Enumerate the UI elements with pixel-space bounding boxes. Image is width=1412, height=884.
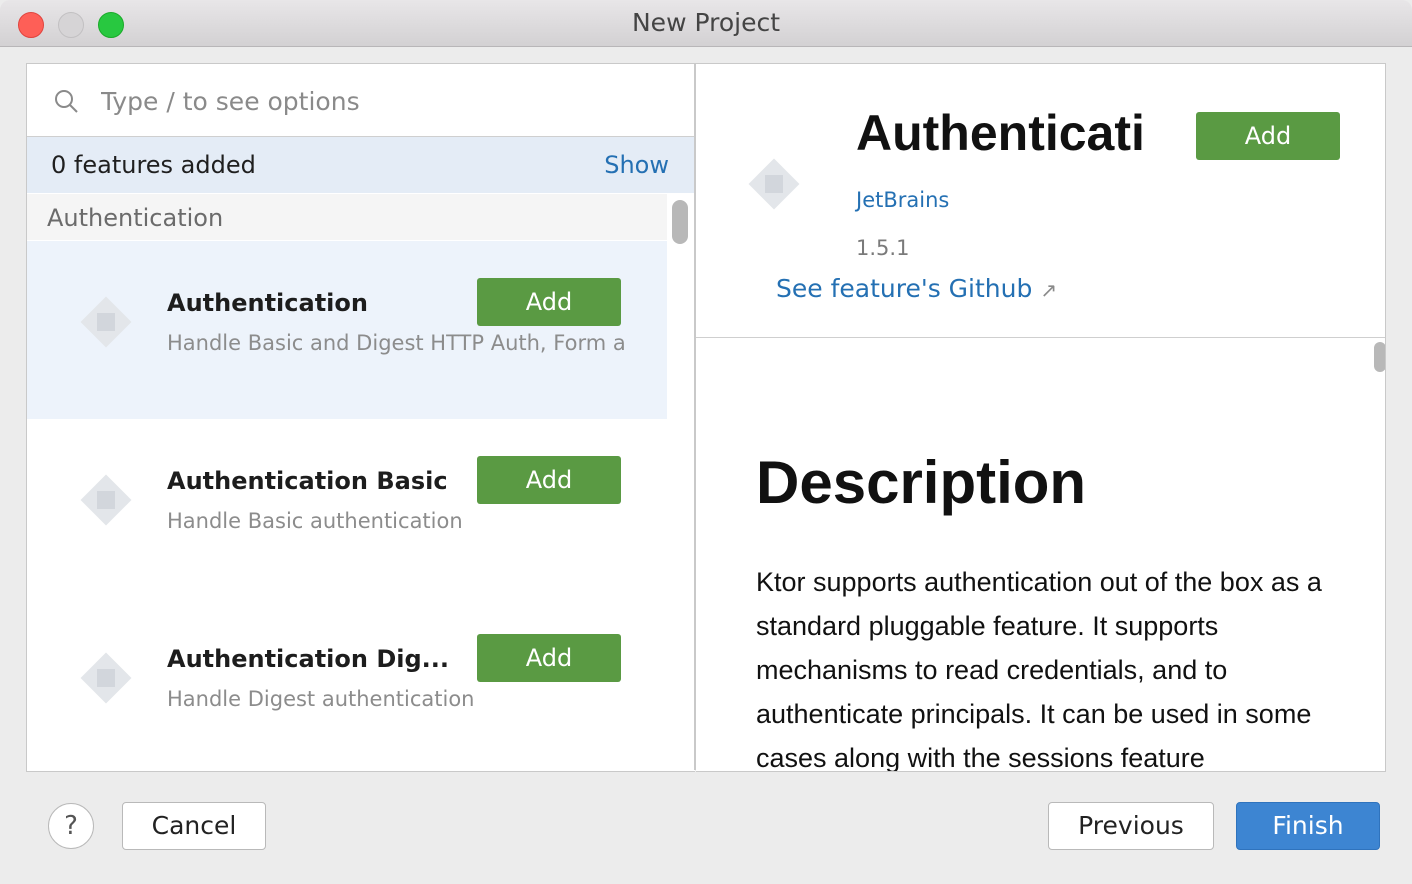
feature-detail-header: Authenticati Add JetBrains 1.5.1 See fea…	[696, 64, 1385, 338]
feature-vendor-link[interactable]: JetBrains	[856, 188, 949, 212]
feature-placeholder-icon	[80, 652, 132, 704]
help-icon[interactable]: ?	[48, 803, 94, 849]
window-title: New Project	[631, 8, 780, 37]
group-header-authentication: Authentication	[27, 194, 667, 240]
github-link[interactable]: See feature's Github ↗	[776, 274, 1057, 303]
title-bar: New Project	[0, 0, 1412, 47]
add-feature-button[interactable]: Add	[477, 456, 621, 504]
feature-version: 1.5.1	[856, 236, 910, 260]
feature-name: Authentication	[167, 289, 368, 317]
external-link-icon: ↗	[1040, 278, 1058, 302]
group-label: Authentication	[47, 204, 224, 232]
feature-detail-panel: Authenticati Add JetBrains 1.5.1 See fea…	[696, 63, 1386, 772]
add-feature-button[interactable]: Add	[477, 634, 621, 682]
new-project-window: New Project 0 features added Show Authen…	[0, 0, 1412, 884]
add-feature-button[interactable]: Add	[477, 278, 621, 326]
feature-detail-title: Authenticati	[856, 105, 1145, 161]
features-added-bar: 0 features added Show	[27, 137, 695, 193]
search-icon	[55, 90, 78, 113]
feature-item-authentication[interactable]: Authentication Handle Basic and Digest H…	[27, 241, 667, 419]
features-added-count: 0 features added	[51, 151, 256, 179]
features-list-panel: 0 features added Show Authentication Aut…	[26, 63, 695, 772]
list-scrollbar-track[interactable]	[667, 194, 695, 771]
feature-item-authentication-basic[interactable]: Authentication Basic Handle Basic authen…	[27, 419, 667, 597]
feature-name: Authentication Dig...	[167, 645, 450, 673]
search-bar	[27, 64, 695, 137]
feature-name: Authentication Basic	[167, 467, 448, 495]
previous-button[interactable]: Previous	[1048, 802, 1214, 850]
github-link-label: See feature's Github	[776, 274, 1033, 303]
feature-description: Handle Digest authentication	[167, 687, 475, 711]
feature-description: Handle Basic and Digest HTTP Auth, Form …	[167, 331, 626, 355]
feature-description: Handle Basic authentication	[167, 509, 463, 533]
search-input[interactable]	[99, 80, 663, 122]
show-added-features-link[interactable]: Show	[604, 151, 669, 179]
feature-item-authentication-digest[interactable]: Authentication Dig... Handle Digest auth…	[27, 597, 667, 771]
list-scrollbar-thumb[interactable]	[672, 200, 688, 244]
finish-button[interactable]: Finish	[1236, 802, 1380, 850]
feature-placeholder-icon	[80, 474, 132, 526]
description-area: Description Ktor supports authentication…	[696, 338, 1385, 771]
detail-add-button[interactable]: Add	[1196, 112, 1340, 160]
description-heading: Description	[756, 449, 1087, 516]
description-scrollbar-thumb[interactable]	[1374, 342, 1385, 372]
cancel-button[interactable]: Cancel	[122, 802, 266, 850]
feature-placeholder-icon	[80, 296, 132, 348]
description-text: Ktor supports authentication out of the …	[756, 567, 1322, 772]
feature-placeholder-icon	[748, 158, 800, 210]
